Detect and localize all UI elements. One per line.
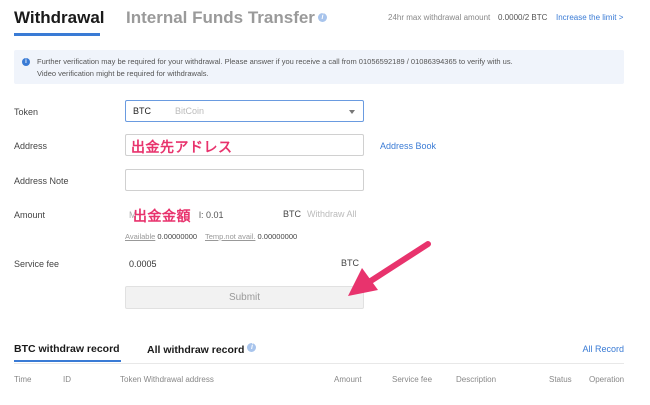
- tab-all-withdraw-record-label: All withdraw record: [147, 344, 245, 356]
- verification-notice: i Further verification may be required f…: [14, 50, 624, 84]
- column-header-operation: Operation: [589, 375, 625, 384]
- tab-withdrawal[interactable]: Withdrawal: [14, 8, 105, 28]
- tab-internal-transfer[interactable]: Internal Funds Transfer i: [126, 8, 327, 28]
- service-fee-label: Service fee: [14, 259, 60, 269]
- all-record-link[interactable]: All Record: [582, 344, 624, 354]
- submit-button[interactable]: Submit: [125, 286, 364, 309]
- column-header-time: Time: [14, 375, 32, 384]
- notice-text-secondary: Video verification might be required for…: [37, 69, 209, 78]
- caret-down-icon: [349, 110, 355, 114]
- info-icon: i: [22, 58, 30, 66]
- info-icon[interactable]: i: [317, 13, 327, 22]
- tab-all-withdraw-record[interactable]: All withdraw record i: [147, 343, 257, 356]
- address-book-link[interactable]: Address Book: [380, 141, 436, 151]
- address-label: Address: [14, 141, 48, 151]
- token-name: BitCoin: [175, 106, 205, 116]
- available-label: Available: [125, 232, 156, 241]
- divider: [14, 363, 624, 364]
- info-icon[interactable]: i: [247, 343, 257, 352]
- notice-text: Further verification may be required for…: [37, 57, 513, 66]
- tab-btc-withdraw-record[interactable]: BTC withdraw record: [14, 343, 120, 355]
- column-header-service-fee: Service fee: [392, 375, 433, 384]
- active-tab-indicator: [14, 33, 100, 36]
- column-header-status: Status: [549, 375, 572, 384]
- column-header-description: Description: [456, 375, 497, 384]
- top-tabs: Withdrawal Internal Funds Transfer i 24hr…: [14, 8, 634, 36]
- available-value: 0.00000000: [157, 232, 198, 241]
- address-note-label: Address Note: [14, 176, 69, 186]
- active-record-tab-indicator: [14, 360, 121, 362]
- column-header-address: Token Withdrawal address: [120, 375, 214, 384]
- service-fee-value: 0.0005: [129, 259, 157, 269]
- token-code: BTC: [133, 106, 151, 116]
- annotation-arrow-icon: [348, 241, 431, 296]
- temp-unavailable-value: 0.00000000: [257, 232, 298, 241]
- address-annotation: 出金先アドレス: [131, 139, 233, 155]
- tab-internal-transfer-label: Internal Funds Transfer: [126, 8, 315, 27]
- increase-limit-link[interactable]: Increase the limit >: [556, 13, 623, 22]
- amount-placeholder[interactable]: l: 0.01: [199, 210, 224, 220]
- address-note-input[interactable]: [125, 169, 364, 191]
- record-tabs: BTC withdraw record All withdraw record i…: [14, 343, 624, 363]
- token-select[interactable]: BTC BitCoin: [125, 100, 364, 122]
- balance-row: Available 0.00000000 Temp.not avail. 0.0…: [125, 232, 303, 241]
- amount-annotation: 出金金額: [133, 208, 191, 224]
- temp-unavailable-label: Temp.not avail.: [204, 232, 256, 241]
- token-label: Token: [14, 107, 39, 117]
- withdraw-all-button[interactable]: Withdraw All: [307, 209, 357, 219]
- column-header-amount: Amount: [334, 375, 362, 384]
- column-header-id: ID: [63, 375, 71, 384]
- amount-label: Amount: [14, 210, 46, 220]
- withdrawal-limit-label: 24hr max withdrawal amount: [388, 13, 491, 22]
- amount-unit: BTC: [283, 209, 301, 219]
- withdrawal-limit-value: 0.0000/2 BTC: [498, 13, 548, 22]
